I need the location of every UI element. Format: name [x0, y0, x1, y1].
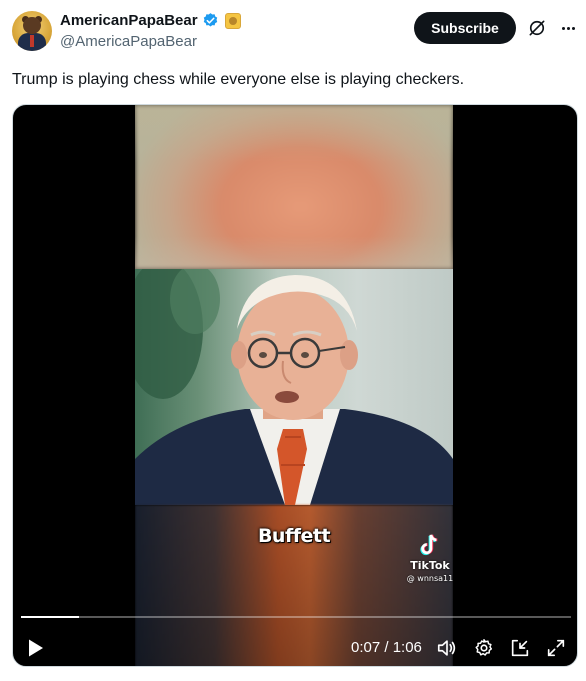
- more-dot: [571, 26, 575, 30]
- more-dot: [566, 26, 570, 30]
- more-dot: [561, 26, 565, 30]
- tweet-header: AmericanPapaBear @AmericaPapaBear Subscr…: [0, 0, 586, 62]
- subscribe-button[interactable]: Subscribe: [414, 12, 516, 44]
- tiktok-username: @ wnnsa11: [406, 574, 454, 583]
- affiliate-badge-icon: [224, 12, 241, 29]
- more-icon[interactable]: [557, 18, 579, 38]
- tweet-text: Trump is playing chess while everyone el…: [12, 71, 465, 88]
- author-name-row: AmericanPapaBear: [60, 12, 241, 29]
- video-progress-fill: [21, 616, 80, 618]
- avatar-bear-tie: [30, 35, 34, 47]
- tiktok-brand-label: TikTok: [410, 559, 450, 572]
- video-player[interactable]: Buffett TikTok @ wnnsa11 0:07 / 1:06: [12, 104, 578, 667]
- video-time-display: 0:07 / 1:06: [351, 639, 422, 656]
- video-blur-overlay: [135, 105, 453, 269]
- verified-badge-icon: [203, 13, 217, 27]
- volume-icon[interactable]: [436, 637, 458, 659]
- video-progress-bar[interactable]: [21, 616, 571, 618]
- video-portrait-image: [135, 269, 453, 505]
- avatar[interactable]: [12, 11, 52, 51]
- author-handle[interactable]: @AmericaPapaBear: [60, 33, 197, 50]
- picture-in-picture-icon[interactable]: [509, 637, 531, 659]
- tiktok-logo-icon: [420, 534, 438, 556]
- expand-icon[interactable]: [545, 637, 567, 659]
- gear-icon[interactable]: [473, 637, 495, 659]
- avatar-bear-head: [23, 17, 41, 34]
- tiktok-watermark: TikTok @ wnnsa11: [395, 533, 465, 583]
- author-display-name[interactable]: AmericanPapaBear: [60, 12, 198, 29]
- grok-icon[interactable]: [527, 18, 547, 38]
- play-icon[interactable]: [23, 636, 47, 660]
